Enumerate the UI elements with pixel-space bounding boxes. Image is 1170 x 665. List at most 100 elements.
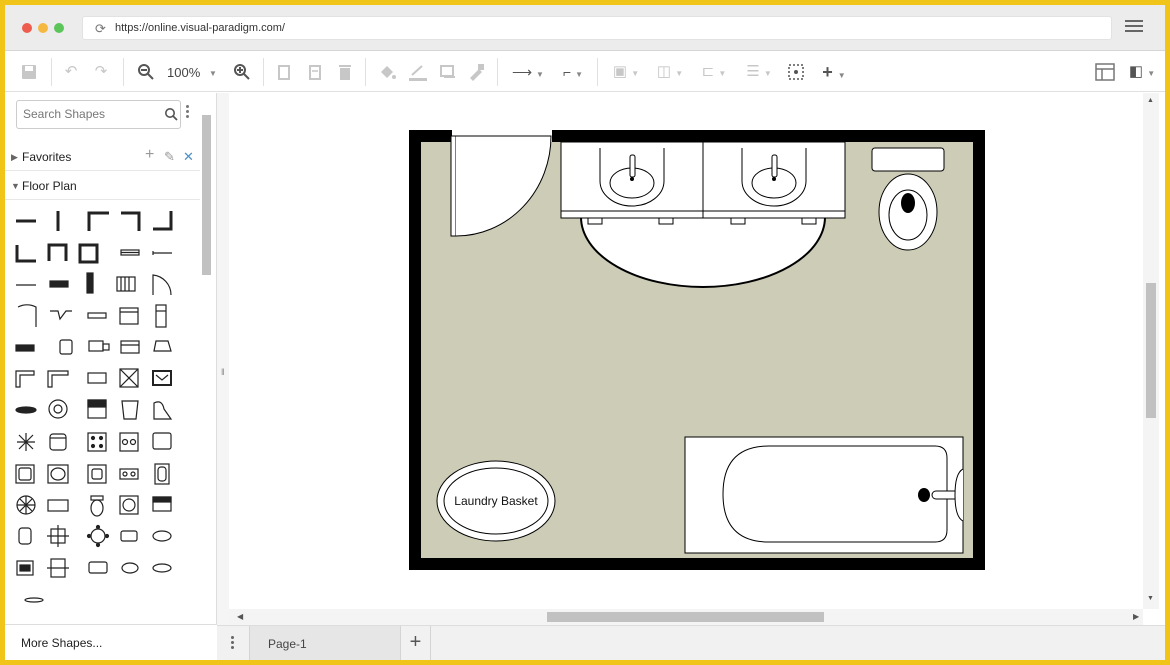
zoom-level[interactable]: 100% [167, 65, 200, 80]
shape-cabinet[interactable] [119, 307, 139, 325]
shape-washer[interactable] [119, 495, 139, 515]
more-shapes-button[interactable]: More Shapes... [5, 624, 217, 660]
shape-oval-table[interactable] [152, 530, 172, 542]
zoom-dropdown-chevron-icon[interactable]: ▼ [207, 62, 219, 82]
shape-dining-oval[interactable] [121, 562, 139, 574]
address-bar[interactable]: ⟳ https://online.visual-paradigm.com/ [82, 16, 1112, 40]
shape-conference-table[interactable] [152, 563, 172, 573]
shape-round-table-4[interactable] [86, 524, 110, 548]
shape-sofa[interactable] [120, 340, 140, 354]
shape-bench[interactable] [88, 561, 108, 574]
shape-table-4-chairs[interactable] [47, 525, 69, 547]
shadow-icon[interactable] [439, 62, 457, 82]
shape-double-sink[interactable] [119, 468, 139, 480]
canvas-vertical-scrollbar[interactable]: ▲ ▼ [1143, 93, 1159, 609]
shape-room[interactable] [78, 243, 99, 264]
line-color-icon[interactable] [408, 62, 428, 82]
add-page-button[interactable]: + [401, 626, 431, 660]
shape-stove[interactable] [87, 399, 107, 419]
shape-oven[interactable] [152, 370, 172, 386]
shape-trash-can[interactable] [59, 339, 73, 355]
shape-round-table-chairs[interactable] [16, 495, 36, 515]
shape-wall-u[interactable] [47, 243, 68, 261]
shape-grand-piano[interactable] [153, 401, 173, 420]
add-favorite-icon[interactable]: + [145, 146, 154, 164]
shape-bathtub-small[interactable] [121, 400, 139, 420]
shape-stairs-vertical[interactable] [86, 272, 94, 294]
sidebar-toggle-button[interactable]: ◧ ▼ [1125, 62, 1159, 82]
shape-flower[interactable] [17, 433, 35, 451]
shape-sink-oval[interactable] [47, 464, 69, 484]
fill-color-icon[interactable] [378, 62, 396, 82]
bathtub[interactable] [684, 436, 964, 554]
scroll-right-icon[interactable]: ▶ [1133, 612, 1139, 621]
shape-desk[interactable] [87, 372, 107, 384]
shape-tv[interactable] [88, 340, 110, 352]
layout-panel-icon[interactable] [1095, 62, 1115, 82]
section-favorites[interactable]: ▶ Favorites + ✎ ✕ [5, 143, 200, 171]
page-menu-icon[interactable] [231, 636, 235, 651]
paste-icon[interactable] [307, 62, 323, 82]
reload-icon[interactable]: ⟳ [95, 21, 106, 37]
canvas-horizontal-scrollbar[interactable]: ◀ ▶ [229, 609, 1143, 625]
close-icon[interactable]: ✕ [183, 149, 194, 165]
scroll-left-icon[interactable]: ◀ [237, 612, 243, 621]
scroll-up-icon[interactable]: ▲ [1147, 97, 1154, 104]
copy-icon[interactable] [276, 62, 292, 82]
section-floor-plan[interactable]: ▼ Floor Plan [5, 172, 200, 200]
shape-door-right[interactable] [152, 274, 172, 296]
search-icon[interactable] [164, 107, 178, 121]
connector-style-button[interactable]: ⟶ ▼ [510, 62, 546, 82]
browser-menu-icon[interactable] [1125, 20, 1143, 34]
shape-screen[interactable] [152, 432, 172, 450]
shape-table-2[interactable] [120, 530, 138, 542]
arrange-button[interactable]: ◫ ▼ [653, 62, 687, 82]
shape-stairs-block[interactable] [116, 276, 136, 292]
shape-sink-square[interactable] [87, 464, 107, 484]
waypoint-style-button[interactable]: ⌐ ▼ [555, 62, 591, 82]
select-all-icon[interactable] [787, 62, 805, 82]
shape-shower[interactable] [15, 464, 35, 484]
shape-stairs-horizontal[interactable] [49, 280, 69, 288]
shape-chair[interactable] [49, 433, 67, 451]
scroll-down-icon[interactable]: ▼ [1147, 595, 1154, 602]
search-shapes-input[interactable] [23, 107, 153, 121]
zoom-out-icon[interactable] [137, 62, 155, 82]
shape-fireplace[interactable] [16, 560, 34, 576]
tab-page-1[interactable]: Page-1 [249, 626, 401, 660]
shape-rect-table[interactable] [47, 499, 69, 512]
shape-shelf[interactable] [15, 344, 35, 352]
shape-tall-cabinet[interactable] [155, 304, 167, 328]
shape-tub[interactable] [154, 463, 170, 485]
shape-counter-l[interactable] [15, 370, 35, 388]
shape-opening[interactable] [152, 251, 172, 255]
shape-door-left[interactable] [17, 304, 37, 327]
shape-stool[interactable] [18, 527, 32, 545]
shape-wall-corner-tr[interactable] [121, 211, 141, 231]
shape-plant[interactable] [48, 399, 68, 419]
shape-stove-4[interactable] [87, 432, 107, 452]
delete-icon[interactable] [337, 62, 353, 82]
shape-small-rug[interactable] [24, 597, 44, 603]
save-icon[interactable] [20, 62, 38, 82]
shape-toilet[interactable] [90, 495, 104, 517]
group-button[interactable]: ▣ ▼ [609, 62, 643, 82]
shape-piano[interactable] [153, 340, 172, 352]
diagram-canvas[interactable]: Laundry Basket [229, 93, 1143, 609]
shape-box-x[interactable] [119, 368, 139, 388]
vertical-scroll-thumb[interactable] [1146, 283, 1156, 418]
distribute-button[interactable]: ☰ ▼ [741, 62, 777, 82]
format-painter-icon[interactable] [467, 62, 485, 82]
shape-wall-corner-bl[interactable] [15, 245, 36, 263]
horizontal-scroll-thumb[interactable] [547, 612, 824, 622]
shape-wall-corner-tl[interactable] [87, 211, 109, 231]
shape-bed[interactable] [152, 496, 172, 512]
shape-sliding-door[interactable] [87, 312, 107, 319]
shape-rug[interactable] [15, 406, 37, 414]
laundry-basket[interactable]: Laundry Basket [436, 460, 556, 542]
shape-wall-corner-br[interactable] [153, 211, 173, 231]
maximize-window-dot[interactable] [54, 23, 64, 33]
sidebar-splitter[interactable]: ‖ [217, 93, 229, 625]
minimize-window-dot[interactable] [38, 23, 48, 33]
shape-window[interactable] [120, 249, 140, 256]
